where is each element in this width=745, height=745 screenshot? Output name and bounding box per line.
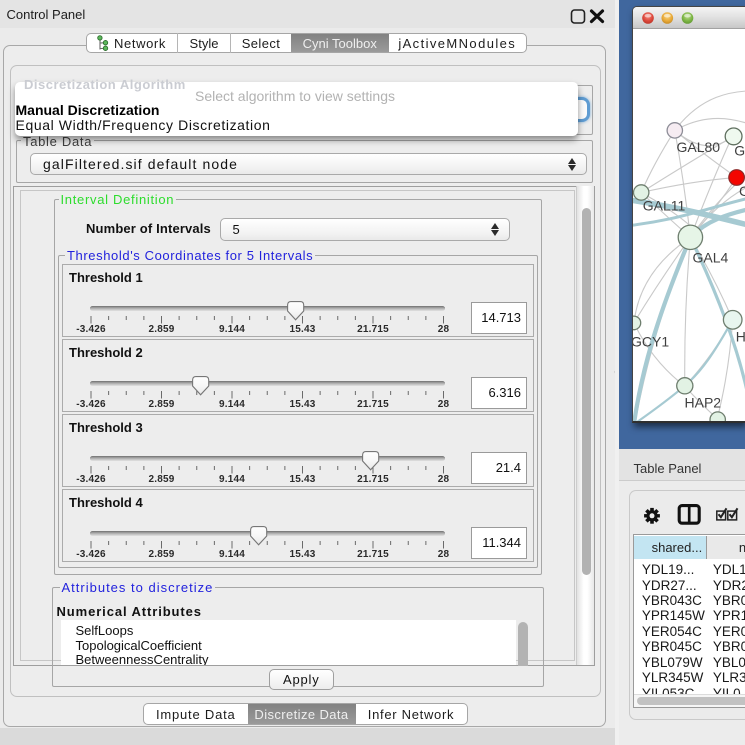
svg-text:HI: HI: [735, 328, 745, 344]
svg-text:GAL11: GAL11: [642, 197, 685, 213]
svg-text:GA: GA: [734, 142, 745, 158]
svg-text:GAL80: GAL80: [676, 139, 720, 155]
svg-text:GCY1: GCY1: [633, 333, 669, 349]
svg-text:HAP2: HAP2: [684, 394, 721, 410]
svg-text:GAL4: GAL4: [692, 249, 728, 265]
svg-text:CYC: CYC: [739, 182, 745, 198]
